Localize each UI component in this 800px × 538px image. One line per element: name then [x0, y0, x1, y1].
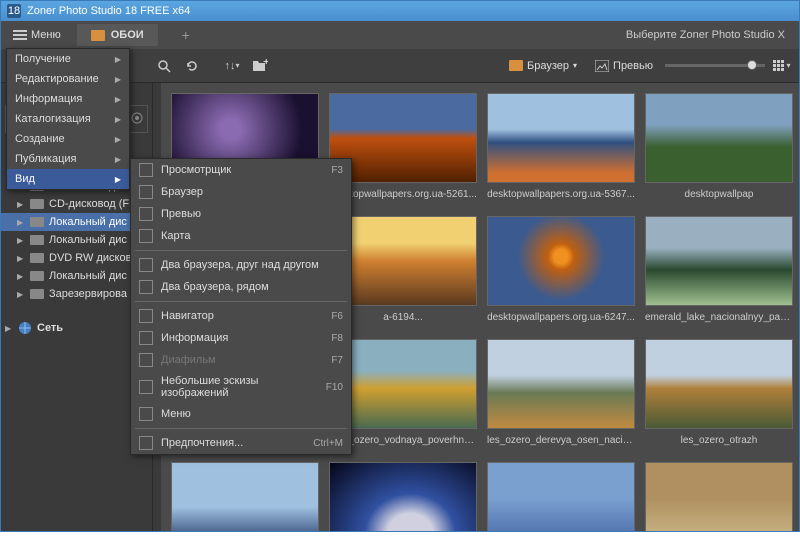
add-folder-icon[interactable]: +	[249, 55, 271, 77]
menu-item[interactable]: Редактирование▶	[7, 69, 129, 89]
thumbnail[interactable]	[487, 93, 635, 183]
menu-item[interactable]: Создание▶	[7, 129, 129, 149]
submenu-item[interactable]: Меню	[131, 403, 351, 425]
search-icon[interactable]	[153, 55, 175, 77]
submenu-item[interactable]: НавигаторF6	[131, 305, 351, 327]
menu-item[interactable]: Каталогизация▶	[7, 109, 129, 129]
submenu-item[interactable]: Два браузера, рядом	[131, 276, 351, 298]
window-title: Zoner Photo Studio 18 FREE x64	[27, 5, 190, 17]
gear-icon[interactable]	[131, 112, 143, 127]
menu-separator	[135, 428, 347, 429]
thumbnail[interactable]	[645, 93, 793, 183]
drive-icon	[30, 289, 44, 299]
thumbnail-caption: desktopwallpap	[645, 189, 793, 200]
menu-item[interactable]: Получение▶	[7, 49, 129, 69]
submenu-item[interactable]: Карта	[131, 225, 351, 247]
slider-thumb[interactable]	[747, 60, 757, 70]
menu-separator	[135, 301, 347, 302]
menu-item[interactable]: Публикация▶	[7, 149, 129, 169]
browser-dropdown[interactable]: Браузер ▾	[503, 58, 583, 74]
tab-wallpapers[interactable]: ОБОИ	[77, 24, 158, 46]
thumbnail-caption: desktopwallpapers.org.ua-5367...	[487, 189, 635, 200]
view-mode-icon	[139, 436, 153, 450]
network-icon	[18, 321, 32, 335]
submenu-item: ДиафильмF7	[131, 349, 351, 371]
svg-text:+: +	[263, 59, 268, 68]
thumbnail[interactable]	[487, 216, 635, 306]
menu-item[interactable]: Информация▶	[7, 89, 129, 109]
zoom-slider[interactable]	[665, 64, 765, 67]
titlebar[interactable]: 18 Zoner Photo Studio 18 FREE x64	[1, 1, 799, 21]
submenu-item[interactable]: ИнформацияF8	[131, 327, 351, 349]
thumbnail[interactable]	[171, 462, 319, 531]
folder-icon	[509, 60, 523, 71]
submenu-item[interactable]: Предпочтения...Ctrl+M	[131, 432, 351, 454]
main-menu: Получение▶Редактирование▶Информация▶Ката…	[6, 48, 130, 190]
menu-item[interactable]: Вид▶	[7, 169, 129, 189]
thumbnail-caption: les_ozero_otrazh	[645, 435, 793, 446]
view-mode-icon	[139, 229, 153, 243]
view-mode-icon	[139, 309, 153, 323]
submenu-item[interactable]: Превью	[131, 203, 351, 225]
thumbnail[interactable]	[645, 339, 793, 429]
submenu-item[interactable]: Два браузера, друг над другом	[131, 254, 351, 276]
upgrade-link[interactable]: Выберите Zoner Photo Studio X	[626, 29, 795, 41]
sort-icon[interactable]: ↑↓▾	[221, 55, 243, 77]
new-tab-button[interactable]: +	[182, 27, 190, 43]
main-menu-label: Меню	[31, 29, 61, 41]
app-icon: 18	[7, 4, 21, 18]
view-mode-icon	[139, 353, 153, 367]
drive-icon	[30, 217, 44, 227]
thumbnail[interactable]	[329, 462, 477, 531]
thumbnail[interactable]	[645, 216, 793, 306]
drive-icon	[30, 199, 44, 209]
thumbnail[interactable]	[645, 462, 793, 531]
thumbnail-caption: emerald_lake_nacionalnyy_park...	[645, 312, 793, 323]
thumbnail-caption: les_ozero_derevya_osen_nacion...	[487, 435, 635, 446]
view-mode-icon	[139, 280, 153, 294]
view-mode-icon	[139, 380, 153, 394]
submenu-item[interactable]: Небольшие эскизы изображенийF10	[131, 371, 351, 403]
folder-icon	[91, 30, 105, 41]
thumbnail-caption: desktopwallpapers.org.ua-6247...	[487, 312, 635, 323]
drive-icon	[30, 271, 44, 281]
image-icon	[595, 60, 609, 72]
view-mode-icon	[139, 207, 153, 221]
grid-view-icon[interactable]: ▾	[771, 55, 793, 77]
refresh-icon[interactable]	[181, 55, 203, 77]
hamburger-icon	[13, 30, 27, 40]
drive-icon	[30, 235, 44, 245]
view-submenu: ПросмотрщикF3БраузерПревьюКарта Два брауз…	[130, 158, 352, 455]
topbar: Меню ОБОИ + Выберите Zoner Photo Studio …	[1, 21, 799, 49]
thumbnail[interactable]	[487, 462, 635, 531]
view-mode-icon	[139, 331, 153, 345]
menu-separator	[135, 250, 347, 251]
thumbnail[interactable]	[487, 339, 635, 429]
preview-toggle[interactable]: Превью	[589, 58, 659, 74]
view-mode-icon	[139, 163, 153, 177]
submenu-item[interactable]: ПросмотрщикF3	[131, 159, 351, 181]
view-mode-icon	[139, 258, 153, 272]
view-mode-icon	[139, 407, 153, 421]
view-mode-icon	[139, 185, 153, 199]
submenu-item[interactable]: Браузер	[131, 181, 351, 203]
main-menu-button[interactable]: Меню	[5, 25, 69, 45]
drive-icon	[30, 253, 44, 263]
tab-label: ОБОИ	[111, 29, 144, 41]
